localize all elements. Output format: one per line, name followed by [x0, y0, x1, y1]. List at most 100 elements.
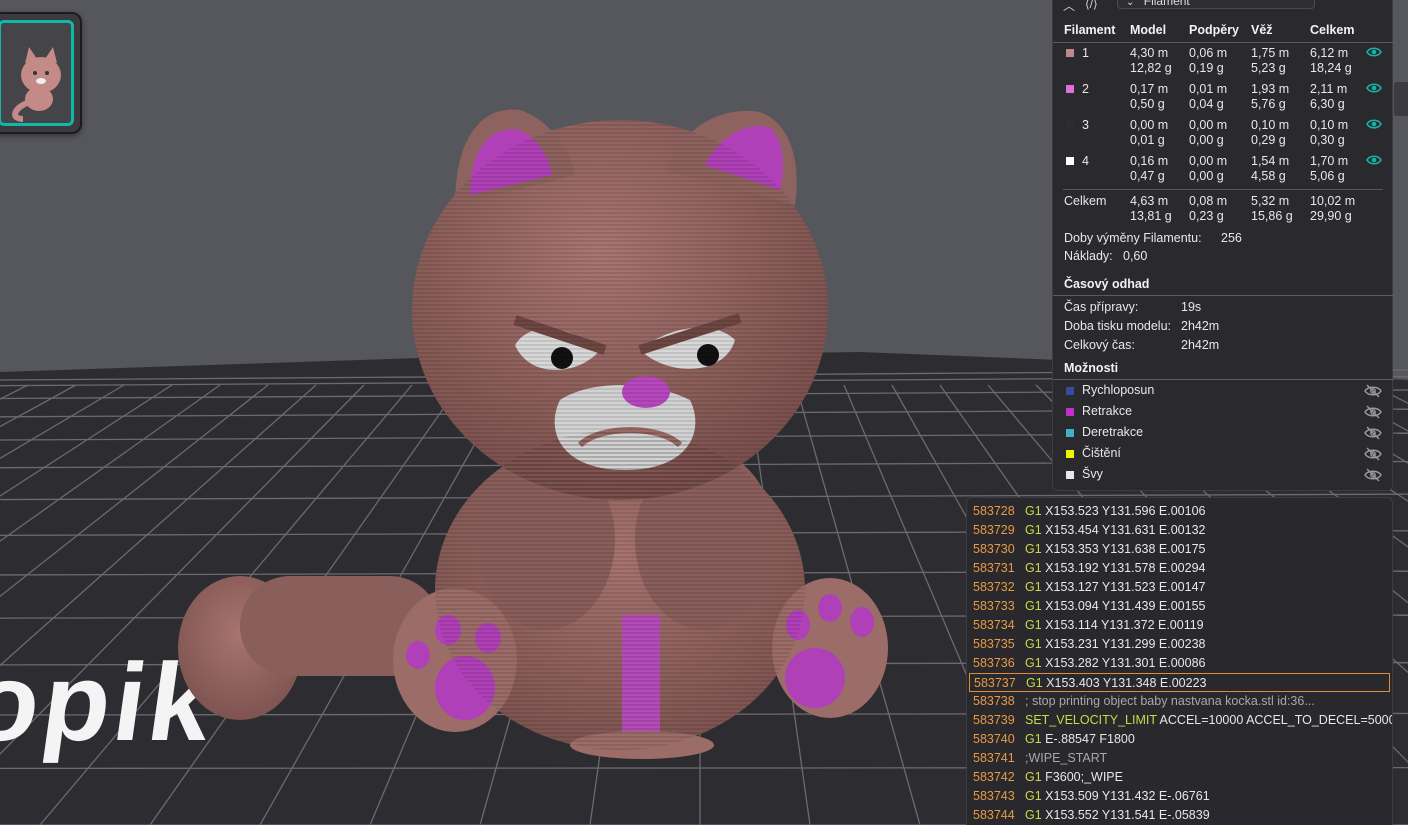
- summary-total-weight: 29,90 g: [1310, 209, 1352, 223]
- model-weight: 0,50 g: [1130, 97, 1165, 111]
- total-length: 2,11 m: [1310, 82, 1348, 96]
- side-panel-handle[interactable]: [1394, 82, 1408, 116]
- gcode-line[interactable]: 583743 G1 X153.509 Y131.432 E-.06761: [969, 787, 1390, 806]
- code-icon[interactable]: ⟨/⟩: [1085, 0, 1098, 11]
- gcode-line[interactable]: 583738 ; stop printing object baby nastva…: [969, 692, 1390, 711]
- option-color-swatch: [1066, 429, 1074, 437]
- gcode-line[interactable]: 583731 G1 X153.192 Y131.578 E.00294: [969, 559, 1390, 578]
- collapse-icon[interactable]: ︿: [1063, 0, 1075, 14]
- model-length: 0,16 m: [1130, 154, 1169, 168]
- gcode-line[interactable]: 583734 G1 X153.114 Y131.372 E.00119: [969, 616, 1390, 635]
- gcode-arguments: ACCEL=10000 ACCEL_TO_DECEL=5000: [1156, 713, 1393, 727]
- gcode-command: G1 E-.88547 F1800: [1025, 730, 1135, 749]
- gcode-command-name: G1: [1025, 542, 1042, 556]
- eye-off-icon[interactable]: [1364, 405, 1382, 419]
- gcode-line[interactable]: 583736 G1 X153.282 Y131.301 E.00086: [969, 654, 1390, 673]
- gcode-arguments: X153.509 Y131.432 E-.06761: [1041, 789, 1210, 803]
- filament-row-1: 1 4,30 m 12,82 g 0,06 m 0,19 g 1,75 m 5,…: [1053, 45, 1394, 77]
- gcode-line[interactable]: 583728 G1 X153.523 Y131.596 E.00106: [969, 502, 1390, 521]
- col-header-total: Celkem: [1310, 23, 1355, 37]
- gcode-line[interactable]: 583729 G1 X153.454 Y131.631 E.00132: [969, 521, 1390, 540]
- filament-color-swatch: [1066, 121, 1074, 129]
- total-length: 6,12 m: [1310, 46, 1349, 60]
- gcode-line-number: 583729: [973, 523, 1015, 537]
- option-seams[interactable]: Švy: [1053, 466, 1394, 487]
- supports-length: 0,06 m: [1189, 46, 1228, 60]
- gcode-line[interactable]: 583732 G1 X153.127 Y131.523 E.00147: [969, 578, 1390, 597]
- gcode-command: G1 X153.192 Y131.578 E.00294: [1025, 559, 1206, 578]
- model-length: 4,30 m: [1130, 46, 1169, 60]
- time-estimate-title: Časový odhad: [1064, 277, 1150, 291]
- gcode-command: G1 X153.094 Y131.439 E.00155: [1025, 597, 1206, 616]
- plate-thumbnail[interactable]: [0, 12, 82, 134]
- option-deretraction[interactable]: Deretrakce: [1053, 424, 1394, 445]
- summary-tower-length: 5,32 m: [1251, 194, 1290, 208]
- gcode-line-number: 583734: [973, 618, 1015, 632]
- divider: [1053, 295, 1394, 296]
- eye-off-icon[interactable]: [1364, 426, 1382, 440]
- thumbnail-cat-image: [12, 47, 61, 122]
- gcode-line-number: 583735: [973, 637, 1015, 651]
- gcode-command-name: G1: [1025, 504, 1042, 518]
- gcode-line[interactable]: 583733 G1 X153.094 Y131.439 E.00155: [969, 597, 1390, 616]
- gcode-command: SET_VELOCITY_LIMIT ACCEL=10000 ACCEL_TO_…: [1025, 711, 1393, 730]
- option-color-swatch: [1066, 408, 1074, 416]
- gcode-comment: ;WIPE_START: [1025, 751, 1108, 765]
- tower-weight: 4,58 g: [1251, 169, 1286, 183]
- gcode-command-name: G1: [1025, 770, 1042, 784]
- summary-total-length: 10,02 m: [1310, 194, 1356, 208]
- model-weight: 0,47 g: [1130, 169, 1165, 183]
- total-weight: 0,30 g: [1310, 133, 1345, 147]
- view-type-select[interactable]: ⌄ Filament: [1117, 0, 1315, 9]
- gcode-command-name: G1: [1025, 618, 1042, 632]
- filament-id: 4: [1082, 154, 1089, 168]
- tower-length: 1,75 m: [1251, 46, 1290, 60]
- gcode-line[interactable]: 583735 G1 X153.231 Y131.299 E.00238: [969, 635, 1390, 654]
- plate-thumbnail-preview: [0, 20, 74, 126]
- eye-off-icon[interactable]: [1364, 447, 1382, 461]
- filament-row-3: 3 0,00 m 0,01 g 0,00 m 0,00 g 0,10 m 0,2…: [1053, 117, 1394, 149]
- chevron-down-icon: ⌄: [1126, 0, 1135, 8]
- gcode-arguments: X153.127 Y131.523 E.00147: [1041, 580, 1206, 594]
- gcode-line[interactable]: 583741 ;WIPE_START: [969, 749, 1390, 768]
- eye-off-icon[interactable]: [1364, 384, 1382, 398]
- gcode-line-number: 583732: [973, 580, 1015, 594]
- gcode-command: G1 X153.114 Y131.372 E.00119: [1025, 616, 1204, 635]
- gcode-command: G1 F3600;_WIPE: [1025, 768, 1123, 787]
- gcode-command: G1 X153.523 Y131.596 E.00106: [1025, 502, 1206, 521]
- eye-icon[interactable]: [1366, 154, 1382, 166]
- eye-icon[interactable]: [1366, 118, 1382, 130]
- eye-icon[interactable]: [1366, 46, 1382, 58]
- option-wipe[interactable]: Čištění: [1053, 445, 1394, 466]
- gcode-line[interactable]: 583737 G1 X153.403 Y131.348 E.00223: [969, 673, 1390, 692]
- gcode-viewer-panel[interactable]: 583728 G1 X153.523 Y131.596 E.00106 583729…: [966, 497, 1393, 825]
- tower-length: 0,10 m: [1251, 118, 1290, 132]
- gcode-line[interactable]: 583740 G1 E-.88547 F1800: [969, 730, 1390, 749]
- prep-time-label: Čas přípravy:: [1064, 300, 1139, 314]
- option-retraction[interactable]: Retrakce: [1053, 403, 1394, 424]
- option-color-swatch: [1066, 387, 1074, 395]
- option-label: Švy: [1082, 467, 1103, 481]
- gcode-command-name: G1: [1025, 656, 1042, 670]
- eye-off-icon[interactable]: [1364, 468, 1382, 482]
- gcode-line[interactable]: 583739 SET_VELOCITY_LIMIT ACCEL=10000 ACC…: [969, 711, 1393, 730]
- gcode-command: G1 X153.403 Y131.348 E.00223: [1026, 674, 1207, 693]
- model-weight: 12,82 g: [1130, 61, 1172, 75]
- gcode-line-number: 583743: [973, 789, 1015, 803]
- option-color-swatch: [1066, 471, 1074, 479]
- tower-weight: 0,29 g: [1251, 133, 1286, 147]
- total-length: 0,10 m: [1310, 118, 1349, 132]
- option-travel[interactable]: Rychloposun: [1053, 382, 1394, 403]
- gcode-line[interactable]: 583742 G1 F3600;_WIPE: [969, 768, 1390, 787]
- gcode-line[interactable]: 583730 G1 X153.353 Y131.638 E.00175: [969, 540, 1390, 559]
- gcode-line-number: 583728: [973, 504, 1015, 518]
- summary-tower-weight: 15,86 g: [1251, 209, 1293, 223]
- supports-length: 0,00 m: [1189, 154, 1228, 168]
- total-time-label: Celkový čas:: [1064, 338, 1135, 352]
- tower-weight: 5,23 g: [1251, 61, 1286, 75]
- gcode-line[interactable]: 583744 G1 X153.552 Y131.541 E-.05839: [969, 806, 1390, 825]
- gcode-command: G1 X153.231 Y131.299 E.00238: [1025, 635, 1206, 654]
- model-length: 0,00 m: [1130, 118, 1169, 132]
- divider: [1053, 42, 1394, 43]
- eye-icon[interactable]: [1366, 82, 1382, 94]
